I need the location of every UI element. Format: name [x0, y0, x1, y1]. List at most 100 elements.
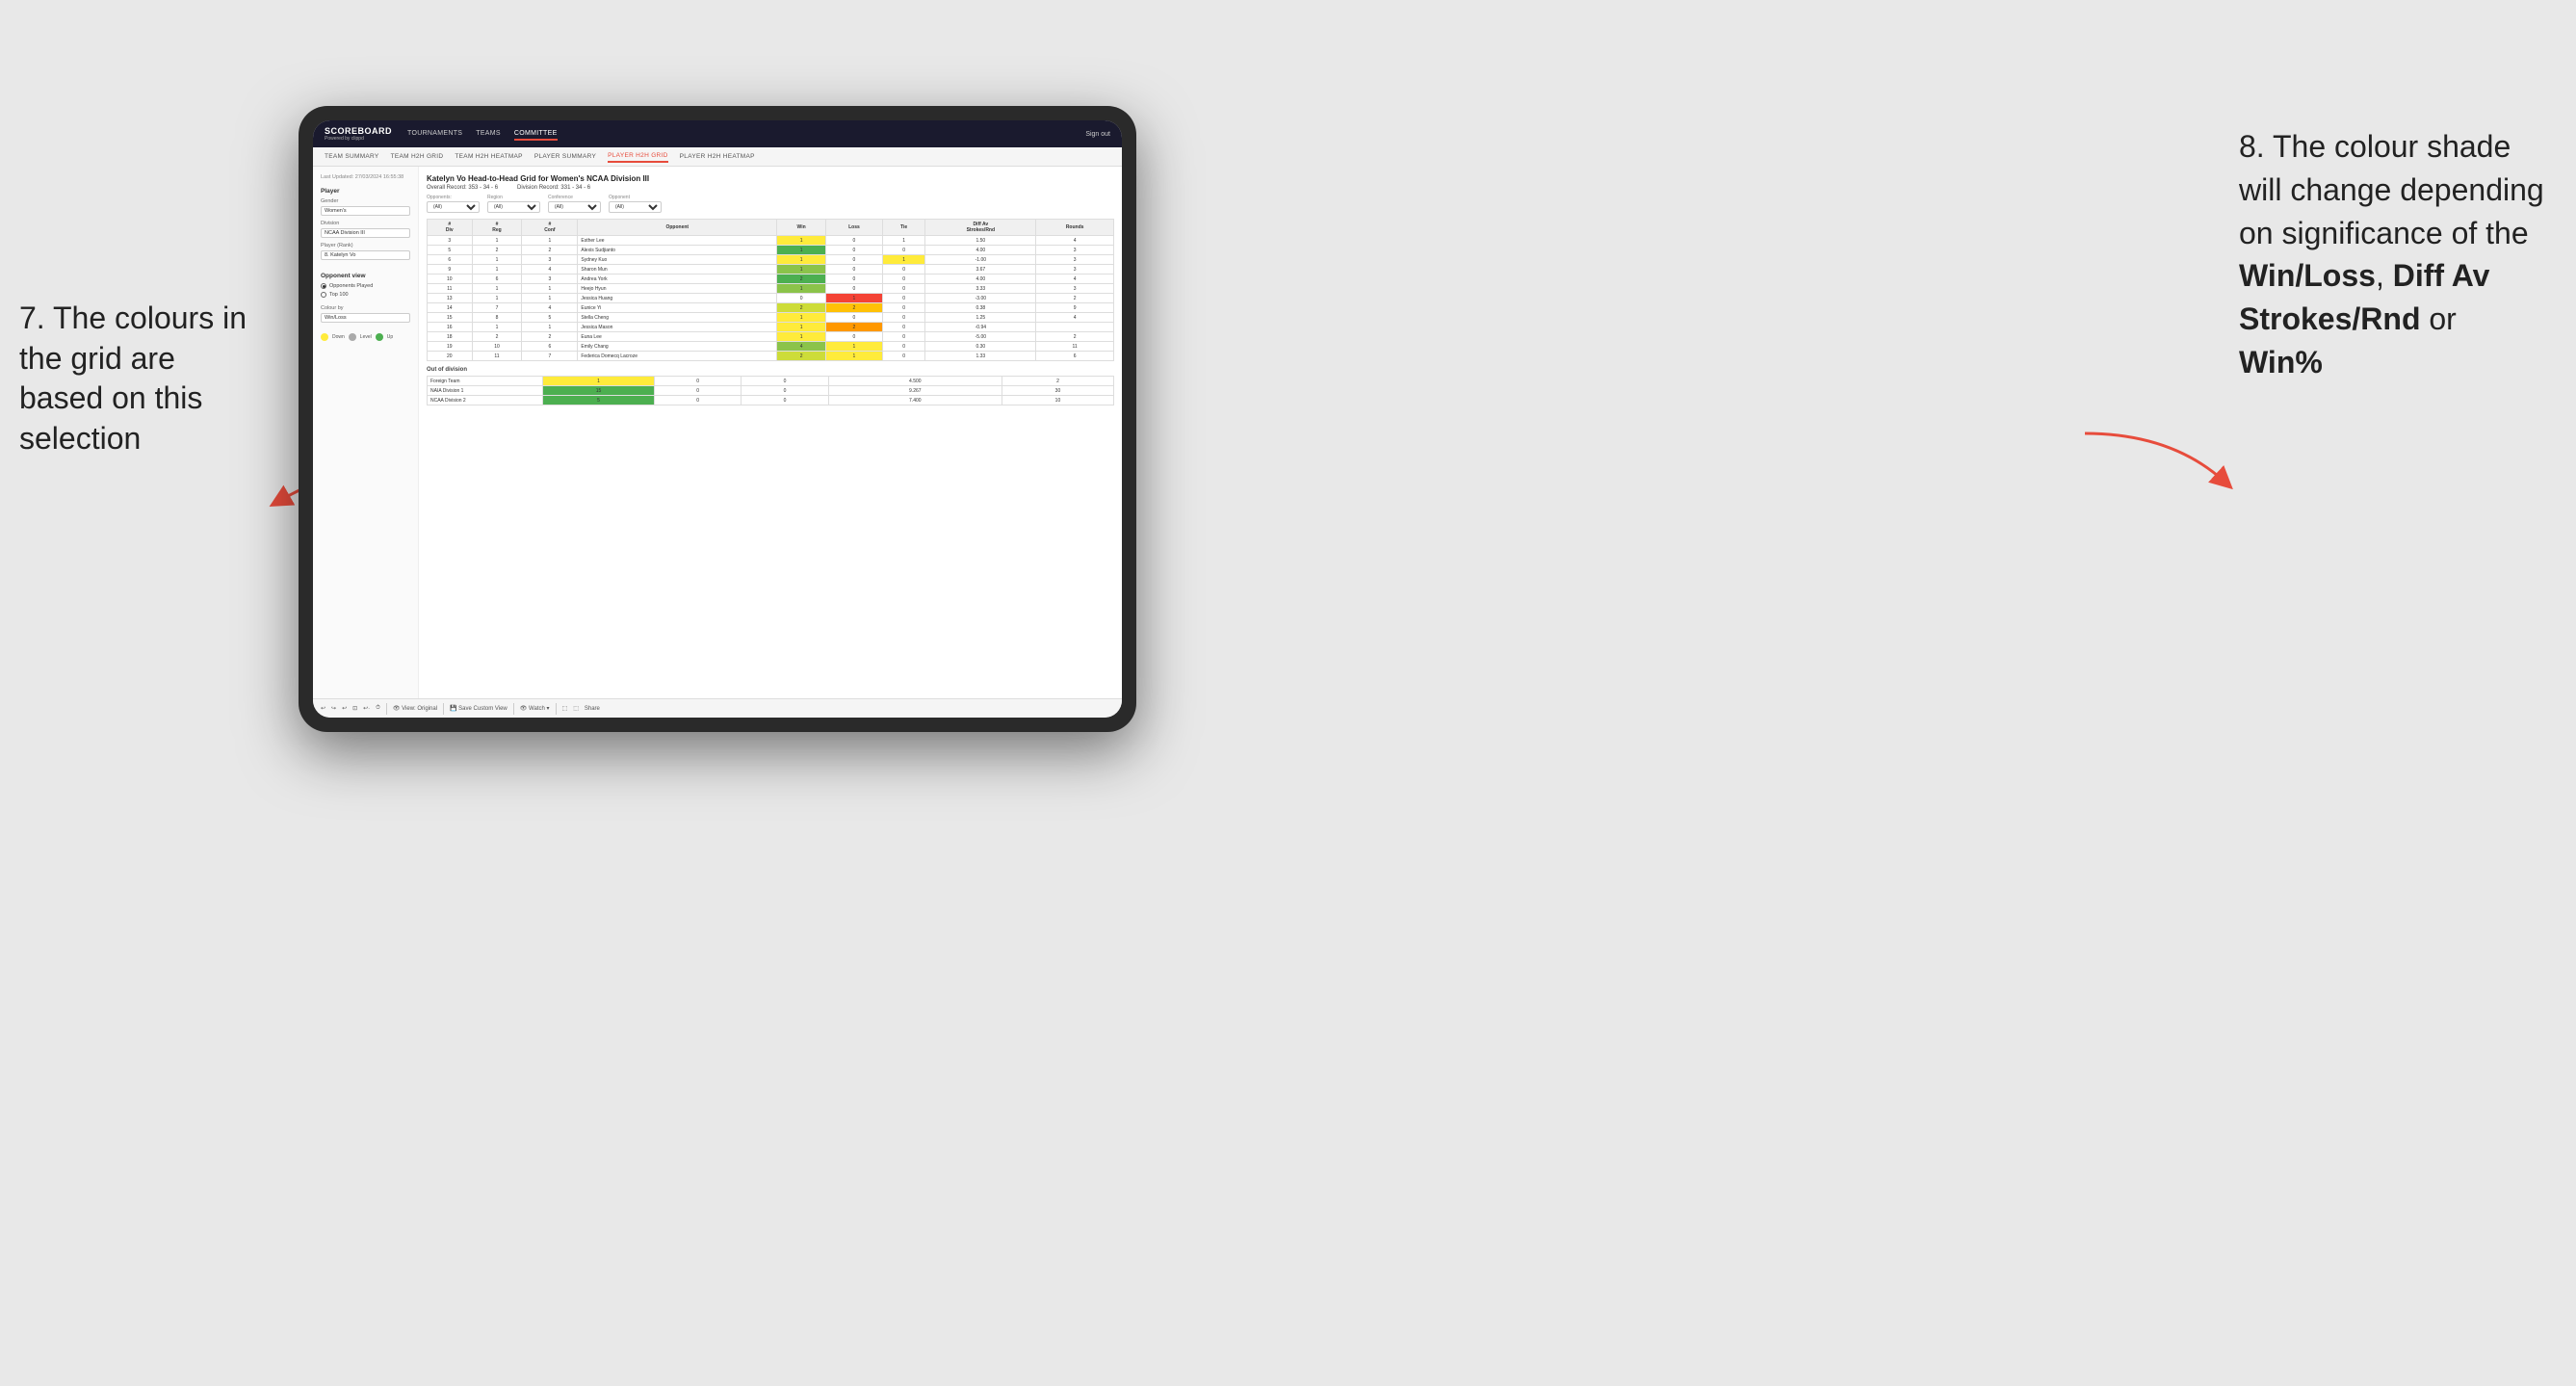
timer-btn[interactable]: ⏱ — [376, 705, 380, 712]
table-row: 522 Alexis Sudjianto 1 0 0 4.00 3 — [428, 246, 1114, 255]
grid-area: Katelyn Vo Head-to-Head Grid for Women's… — [419, 167, 1122, 698]
nav-item-committee[interactable]: COMMITTEE — [514, 128, 558, 141]
table-row: 1111 Heejo Hyun 1 0 0 3.33 3 — [428, 284, 1114, 294]
view-original-btn[interactable]: 👁 View: Original — [393, 705, 437, 712]
logo-area: SCOREBOARD Powered by clippd — [325, 126, 392, 142]
top-nav: SCOREBOARD Powered by clippd TOURNAMENTS… — [313, 120, 1122, 147]
bottom-toolbar: ↩ ↪ ↩ ⊡ ↩· ⏱ 👁 View: Original 💾 Save Cus… — [313, 698, 1122, 718]
opponent-select[interactable]: (All) — [609, 201, 662, 213]
col-win: Win — [777, 220, 826, 236]
nav-items: TOURNAMENTS TEAMS COMMITTEE — [407, 128, 1085, 141]
opponent-view-label: Opponent view — [321, 273, 410, 279]
sub-nav: TEAM SUMMARY TEAM H2H GRID TEAM H2H HEAT… — [313, 147, 1122, 167]
table-row: 1585 Stella Cheng 1 0 0 1.25 4 — [428, 313, 1114, 323]
layout-btn1[interactable]: ⬚ — [562, 705, 568, 712]
logo-sub: Powered by clippd — [325, 136, 392, 142]
table-row: 1822 Euna Lee 1 0 0 -5.00 2 — [428, 332, 1114, 342]
nav-item-teams[interactable]: TEAMS — [476, 128, 501, 141]
sidebar: Last Updated: 27/03/2024 16:55:38 Player… — [313, 167, 419, 698]
radio-opponents-played[interactable]: Opponents Played — [321, 283, 410, 289]
layout-btn2[interactable]: ⬚ — [573, 705, 579, 712]
col-reg: #Reg — [472, 220, 522, 236]
grid-records: Overall Record: 353 - 34 - 6 Division Re… — [427, 185, 1114, 191]
share-btn[interactable]: Share — [585, 706, 600, 712]
annotation-left: 7. The colours in the grid are based on … — [19, 299, 260, 458]
back-btn[interactable]: ↩ — [342, 705, 347, 712]
opponent-label: Opponent — [609, 195, 662, 200]
col-loss: Loss — [826, 220, 883, 236]
sub-nav-player-summary[interactable]: PLAYER SUMMARY — [534, 151, 596, 162]
opponents-filter: Opponents: (All) — [427, 195, 480, 213]
table-row: 1063 Andrea York 2 0 0 4.00 4 — [428, 275, 1114, 284]
filters-row: Opponents: (All) Region (All) Conference — [427, 195, 1114, 213]
table-row: 311 Esther Lee 1 0 1 1.50 4 — [428, 236, 1114, 246]
conference-select[interactable]: (All) — [548, 201, 601, 213]
table-row: 19106 Emily Chang 4 1 0 0.30 11 — [428, 342, 1114, 352]
overall-record: Overall Record: 353 - 34 - 6 — [427, 185, 498, 191]
player-rank-label: Player (Rank) — [321, 243, 410, 248]
table-row: 20117 Federica Domecq Lacroze 2 1 0 1.33… — [428, 352, 1114, 361]
legend-level-label: Level — [360, 334, 372, 340]
opponent-view-section: Opponent view Opponents Played Top 100 — [321, 273, 410, 298]
colour-by-select[interactable]: Win/Loss — [321, 313, 410, 323]
sub-nav-player-h2h-grid[interactable]: PLAYER H2H GRID — [608, 150, 668, 163]
col-opponent: Opponent — [578, 220, 777, 236]
legend-up-label: Up — [387, 334, 393, 340]
radio-label-1: Opponents Played — [329, 283, 373, 289]
table-row: Foreign Team 1 0 0 4.500 2 — [428, 377, 1114, 386]
save-custom-view-btn[interactable]: 💾 Save Custom View — [450, 705, 507, 712]
division-label: Division — [321, 221, 410, 226]
division-select[interactable]: NCAA Division III — [321, 228, 410, 238]
separator-3 — [513, 703, 514, 715]
legend-up-circle — [376, 333, 383, 341]
gender-select[interactable]: Women's — [321, 206, 410, 216]
col-conf: #Conf — [522, 220, 578, 236]
table-row: NAIA Division 1 15 0 0 9.267 30 — [428, 386, 1114, 396]
table-row: 914 Sharon Mun 1 0 0 3.67 3 — [428, 265, 1114, 275]
redo-btn[interactable]: ↪ — [331, 705, 336, 712]
opponent-filter: Opponent (All) — [609, 195, 662, 213]
sub-nav-team-h2h-heatmap[interactable]: TEAM H2H HEATMAP — [455, 151, 522, 162]
logo-text: SCOREBOARD — [325, 126, 392, 136]
sub-nav-team-h2h-grid[interactable]: TEAM H2H GRID — [391, 151, 444, 162]
legend-down-label: Down — [332, 334, 345, 340]
sub-nav-team-summary[interactable]: TEAM SUMMARY — [325, 151, 379, 162]
grid-btn[interactable]: ⊡ — [352, 705, 357, 712]
region-label: Region — [487, 195, 540, 200]
colour-by-section: Colour by Win/Loss — [321, 305, 410, 327]
grid-title: Katelyn Vo Head-to-Head Grid for Women's… — [427, 174, 1114, 183]
undo-btn[interactable]: ↩ — [321, 705, 325, 712]
legend-level-circle — [349, 333, 356, 341]
watch-btn[interactable]: 👁 Watch ▾ — [520, 705, 550, 712]
opponents-label: Opponents: — [427, 195, 480, 200]
main-content: Last Updated: 27/03/2024 16:55:38 Player… — [313, 167, 1122, 698]
nav-item-tournaments[interactable]: TOURNAMENTS — [407, 128, 462, 141]
table-row: NCAA Division 2 5 0 0 7.400 10 — [428, 396, 1114, 405]
conference-filter: Conference (All) — [548, 195, 601, 213]
player-section-title: Player — [321, 188, 410, 195]
sub-nav-player-h2h-heatmap[interactable]: PLAYER H2H HEATMAP — [680, 151, 755, 162]
table-row: 613 Sydney Kuo 1 0 1 -1.00 3 — [428, 255, 1114, 265]
last-updated: Last Updated: 27/03/2024 16:55:38 — [321, 174, 410, 180]
sign-out[interactable]: Sign out — [1085, 131, 1110, 138]
main-data-table: #Div #Reg #Conf Opponent Win Loss Tie Di… — [427, 219, 1114, 361]
col-diff: Diff AvStrokes/Rnd — [925, 220, 1036, 236]
player-rank-select[interactable]: 8. Katelyn Vo — [321, 250, 410, 260]
table-row: 1611 Jessica Mason 1 2 0 -0.94 — [428, 323, 1114, 332]
col-rounds: Rounds — [1036, 220, 1114, 236]
legend-down-circle — [321, 333, 328, 341]
opponents-select[interactable]: (All) — [427, 201, 480, 213]
region-select[interactable]: (All) — [487, 201, 540, 213]
separator-4 — [556, 703, 557, 715]
radio-top100[interactable]: Top 100 — [321, 292, 410, 298]
gender-label: Gender — [321, 198, 410, 204]
separator-2 — [443, 703, 444, 715]
history-btn[interactable]: ↩· — [363, 705, 370, 712]
out-of-division-header: Out of division — [427, 367, 1114, 373]
separator-1 — [386, 703, 387, 715]
col-tie: Tie — [882, 220, 925, 236]
tablet-frame: SCOREBOARD Powered by clippd TOURNAMENTS… — [299, 106, 1136, 732]
region-filter: Region (All) — [487, 195, 540, 213]
conference-label: Conference — [548, 195, 601, 200]
division-record: Division Record: 331 - 34 - 6 — [517, 185, 590, 191]
